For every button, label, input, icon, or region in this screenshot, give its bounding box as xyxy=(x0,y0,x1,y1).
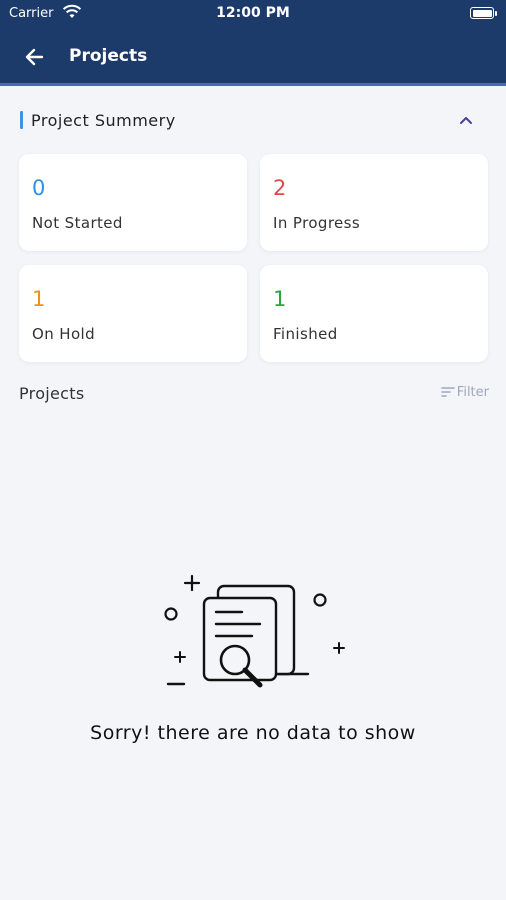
summary-card-finished[interactable]: 1 Finished xyxy=(260,265,488,362)
projects-list-header: Projects Filter xyxy=(19,382,489,406)
project-summary-header[interactable]: Project Summery xyxy=(20,108,486,136)
filter-label: Filter xyxy=(456,385,489,400)
card-label: Not Started xyxy=(32,214,123,232)
summary-card-on-hold[interactable]: 1 On Hold xyxy=(19,265,247,362)
document-search-icon xyxy=(160,570,350,700)
header-divider xyxy=(0,83,506,86)
card-label: On Hold xyxy=(32,325,96,343)
card-label: In Progress xyxy=(273,214,361,232)
app-header: Carrier 12:00 PM Projects xyxy=(0,0,506,86)
filter-button[interactable]: Filter xyxy=(440,385,489,400)
card-label: Finished xyxy=(273,325,338,343)
battery-icon xyxy=(470,7,497,19)
status-bar: Carrier 12:00 PM xyxy=(0,0,506,28)
section-accent-bar xyxy=(20,111,23,129)
chevron-up-icon[interactable] xyxy=(458,112,474,131)
summary-card-not-started[interactable]: 0 Not Started xyxy=(19,154,247,251)
summary-card-in-progress[interactable]: 2 In Progress xyxy=(260,154,488,251)
section-title: Project Summery xyxy=(31,111,176,130)
page-title: Projects xyxy=(69,46,148,66)
filter-icon xyxy=(440,387,455,397)
status-time: 12:00 PM xyxy=(216,5,290,21)
empty-state-message: Sorry! there are no data to show xyxy=(90,722,416,744)
card-count: 2 xyxy=(273,176,287,200)
card-count: 1 xyxy=(32,287,46,311)
projects-label: Projects xyxy=(19,384,85,403)
card-count: 0 xyxy=(32,176,46,200)
card-count: 1 xyxy=(273,287,287,311)
back-button[interactable] xyxy=(22,44,48,70)
arrow-left-icon xyxy=(25,48,44,66)
